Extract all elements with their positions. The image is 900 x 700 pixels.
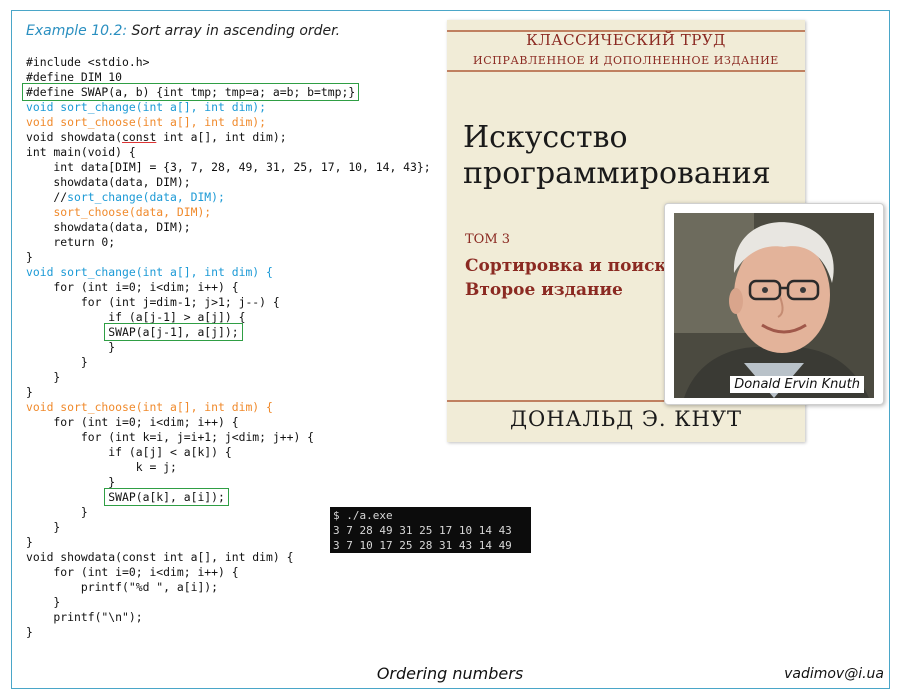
author-photo-card: Donald Ervin Knuth: [664, 203, 884, 405]
slide-footer-email: vadimov@i.ua: [784, 666, 884, 682]
code-line: for (int i=0; i<dim; i++) {: [26, 415, 239, 429]
code-line: for (int i=0; i<dim; i++) {: [26, 280, 239, 294]
author-photo: Donald Ervin Knuth: [674, 213, 874, 398]
code-token-sort-change-call: sort_change(data, DIM);: [67, 190, 225, 204]
code-line-proto-sort-change: void sort_change(int a[], int dim);: [26, 100, 267, 114]
code-line: for (int j=dim-1; j>1; j--) {: [26, 295, 280, 309]
cover-rule: [447, 70, 805, 72]
code-line-sort-choose-call: sort_choose(data, DIM);: [26, 205, 431, 220]
book-title: Искусство программирования: [463, 120, 793, 192]
code-line-def-sort-change: void sort_change(int a[], int dim) {: [26, 265, 273, 279]
photo-caption: Donald Ervin Knuth: [730, 376, 864, 393]
book-subtitle: Сортировка и поиск Второе издание: [465, 254, 667, 302]
book-subtitle-line: Сортировка и поиск: [465, 256, 667, 276]
slide-footer-title: Ordering numbers: [376, 664, 524, 683]
code-line: }: [26, 370, 61, 384]
code-line: for (int k=i, j=i+1; j<dim; j++) {: [26, 430, 315, 444]
example-heading: Example 10.2: Sort array in ascending or…: [26, 23, 340, 39]
book-edition-note: ИСПРАВЛЕННОЕ И ДОПОЛНЕННОЕ ИЗДАНИЕ: [473, 54, 779, 67]
book-volume: ТОМ 3: [465, 232, 511, 247]
code-line-swap-call: SWAP(a[k], a[i]);: [26, 488, 431, 506]
portrait-illustration: [674, 213, 874, 398]
code-token: void showdata(: [26, 130, 123, 144]
code-line-proto-sort-choose: void sort_choose(int a[], int dim);: [26, 115, 267, 129]
code-line: int main(void) {: [26, 145, 136, 159]
code-line: }: [26, 340, 116, 354]
book-title-line: Искусство: [463, 120, 628, 155]
console-line-after: 3 7 10 17 25 28 31 43 14 49: [333, 539, 512, 552]
swap-macro-box: #define SWAP(a, b) {int tmp; tmp=a; a=b;…: [22, 83, 360, 101]
code-token: int a[], int dim);: [156, 130, 287, 144]
code-line-swap-call: SWAP(a[j-1], a[j]);: [26, 323, 431, 341]
swap-call-box: SWAP(a[k], a[i]);: [104, 488, 229, 506]
code-line: return 0;: [26, 235, 116, 249]
console-prompt: $ ./a.exe: [333, 509, 393, 522]
book-subtitle-line: Второе издание: [465, 280, 623, 300]
code-line-def-sort-choose: void sort_choose(int a[], int dim) {: [26, 400, 273, 414]
code-line: }: [26, 625, 33, 639]
code-line-swap-macro: #define SWAP(a, b) {int tmp; tmp=a; a=b;…: [22, 83, 431, 101]
code-line-commented-call: //sort_change(data, DIM);: [26, 190, 431, 205]
code-line: if (a[j] < a[k]) {: [26, 445, 232, 459]
code-token-const: const: [122, 130, 157, 144]
code-line: printf("%d ", a[i]);: [26, 580, 219, 594]
code-line: }: [26, 250, 33, 264]
code-line: showdata(data, DIM);: [26, 220, 191, 234]
console-output: $ ./a.exe 3 7 28 49 31 25 17 10 14 43 3 …: [330, 507, 531, 553]
code-line: showdata(data, DIM);: [26, 175, 191, 189]
code-line: int data[DIM] = {3, 7, 28, 49, 31, 25, 1…: [26, 160, 431, 174]
code-line-proto-showdata: void showdata(const int a[], int dim);: [26, 130, 431, 145]
console-line-before: 3 7 28 49 31 25 17 10 14 43: [333, 524, 512, 537]
book-series: КЛАССИЧЕСКИЙ ТРУД: [526, 31, 726, 49]
example-title: Sort array in ascending order.: [131, 23, 341, 39]
code-token-sort-choose-call: sort_choose(data, DIM);: [53, 205, 212, 219]
swap-call-box: SWAP(a[j-1], a[j]);: [104, 323, 243, 341]
book-author: ДОНАЛЬД Э. КНУТ: [509, 407, 743, 431]
code-line: k = j;: [26, 460, 177, 474]
code-line: }: [26, 595, 61, 609]
example-label: Example 10.2:: [26, 23, 128, 39]
book-title-line: программирования: [463, 156, 771, 191]
code-token: //: [26, 190, 68, 204]
code-line: #include <stdio.h>: [26, 55, 150, 69]
code-line: for (int i=0; i<dim; i++) {: [26, 565, 239, 579]
code-line: }: [26, 385, 33, 399]
code-line: }: [26, 355, 88, 369]
code-line: printf("\n");: [26, 610, 143, 624]
